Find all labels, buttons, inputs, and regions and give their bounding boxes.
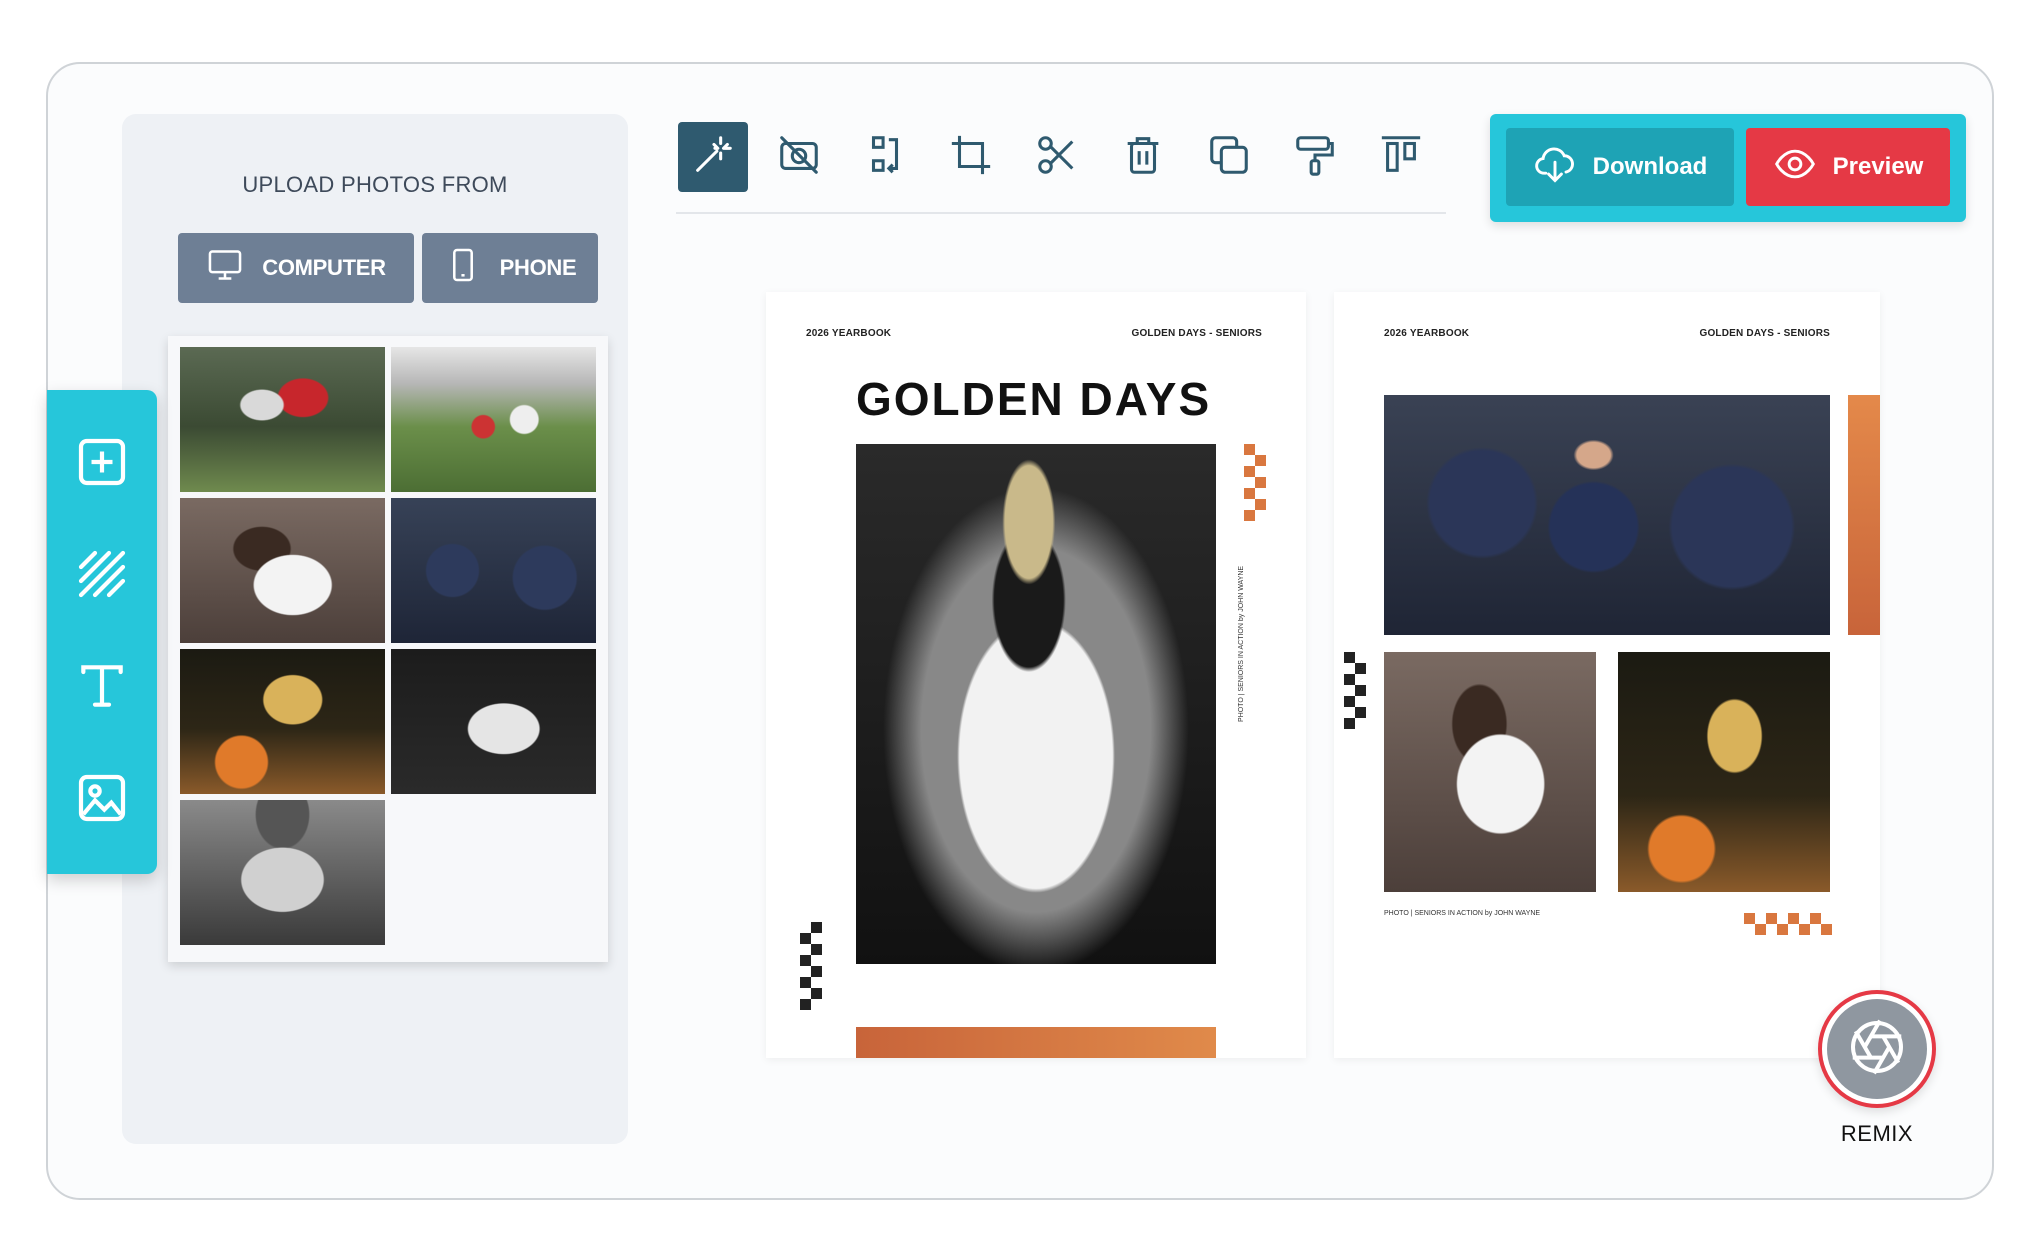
- editor-toolbar: [676, 122, 1446, 214]
- page-header-right: GOLDEN DAYS - SENIORS: [1131, 328, 1262, 339]
- hero-photo[interactable]: [856, 444, 1216, 964]
- preview-button[interactable]: Preview: [1746, 128, 1950, 206]
- checker-decoration-top: [1244, 444, 1266, 521]
- action-box: Download Preview: [1490, 114, 1966, 222]
- magic-wand-tool[interactable]: [678, 122, 748, 192]
- tool-rail: [47, 390, 157, 874]
- trash-icon: [1120, 132, 1166, 183]
- checker-decoration-bottom: [800, 922, 822, 1010]
- shutter-icon: [1845, 1015, 1909, 1084]
- orange-accent-bar: [856, 1027, 1216, 1058]
- format-paint-icon: [1292, 132, 1338, 183]
- yearbook-page-right[interactable]: 2026 YEARBOOK GOLDEN DAYS - SENIORS PHOT…: [1334, 292, 1880, 1058]
- monitor-icon: [206, 246, 244, 290]
- computer-label: COMPUTER: [262, 255, 386, 280]
- swap-tool[interactable]: [850, 122, 920, 192]
- page-header-left: 2026 YEARBOOK: [1384, 328, 1470, 339]
- cut-tool[interactable]: [1022, 122, 1092, 192]
- remove-photo-tool[interactable]: [764, 122, 834, 192]
- photo-thumbnail[interactable]: [391, 498, 596, 643]
- pattern-button[interactable]: [67, 541, 137, 611]
- checker-decoration-bottom: [1744, 913, 1832, 935]
- delete-tool[interactable]: [1108, 122, 1178, 192]
- download-button[interactable]: Download: [1506, 128, 1734, 206]
- image-icon: [74, 770, 130, 831]
- text-button[interactable]: [67, 653, 137, 723]
- remix-label: REMIX: [1840, 1121, 1914, 1146]
- upload-title: UPLOAD PHOTOS FROM: [242, 172, 508, 197]
- photo-credit-vertical: PHOTO | SENIORS IN ACTION by JOHN WAYNE: [1238, 565, 1245, 722]
- photo-thumbnail[interactable]: [180, 498, 385, 643]
- crop-icon: [948, 132, 994, 183]
- crop-tool[interactable]: [936, 122, 1006, 192]
- magic-wand-icon: [690, 132, 736, 183]
- photo-thumbnail[interactable]: [180, 347, 385, 492]
- page-header-right: GOLDEN DAYS - SENIORS: [1699, 328, 1830, 339]
- photo-credit: PHOTO | SENIORS IN ACTION by JOHN WAYNE: [1384, 910, 1541, 917]
- add-element-button[interactable]: [67, 429, 137, 499]
- swap-icon: [862, 132, 908, 183]
- phone-icon: [444, 246, 482, 290]
- align-top-icon: [1378, 132, 1424, 183]
- photo-grid: [168, 336, 608, 962]
- pattern-icon: [74, 546, 130, 607]
- photo-thumbnail[interactable]: [391, 347, 596, 492]
- page-headline[interactable]: GOLDEN DAYS: [856, 372, 1211, 426]
- hug-photo[interactable]: [1384, 652, 1596, 892]
- photo-thumbnail[interactable]: [391, 649, 596, 794]
- upload-from-computer-button[interactable]: COMPUTER: [178, 233, 414, 303]
- team-photo[interactable]: [1384, 395, 1830, 635]
- align-top-tool[interactable]: [1366, 122, 1436, 192]
- cut-icon: [1034, 132, 1080, 183]
- orange-accent-bar: [1848, 395, 1880, 635]
- yearbook-page-left[interactable]: 2026 YEARBOOK GOLDEN DAYS - SENIORS GOLD…: [766, 292, 1306, 1058]
- photo-thumbnail[interactable]: [180, 800, 385, 945]
- download-label: Download: [1592, 153, 1708, 180]
- eye-icon: [1773, 142, 1817, 193]
- image-button[interactable]: [67, 765, 137, 835]
- phone-label: PHONE: [499, 255, 577, 280]
- photo-thumbnail[interactable]: [180, 649, 385, 794]
- text-icon: [74, 658, 130, 719]
- cloud-download-icon: [1533, 142, 1577, 193]
- page-header-left: 2026 YEARBOOK: [806, 328, 892, 339]
- preview-label: Preview: [1832, 153, 1924, 180]
- checker-decoration-left: [1344, 652, 1366, 729]
- duplicate-icon: [1206, 132, 1252, 183]
- no-photo-icon: [776, 132, 822, 183]
- add-icon: [74, 434, 130, 495]
- format-paint-tool[interactable]: [1280, 122, 1350, 192]
- upload-panel: UPLOAD PHOTOS FROM COMPUTER PHONE: [122, 114, 628, 1144]
- upload-from-phone-button[interactable]: PHONE: [422, 233, 598, 303]
- basketball-photo[interactable]: [1618, 652, 1830, 892]
- remix-button[interactable]: [1818, 990, 1936, 1108]
- duplicate-tool[interactable]: [1194, 122, 1264, 192]
- remix-button-inner: [1827, 999, 1927, 1099]
